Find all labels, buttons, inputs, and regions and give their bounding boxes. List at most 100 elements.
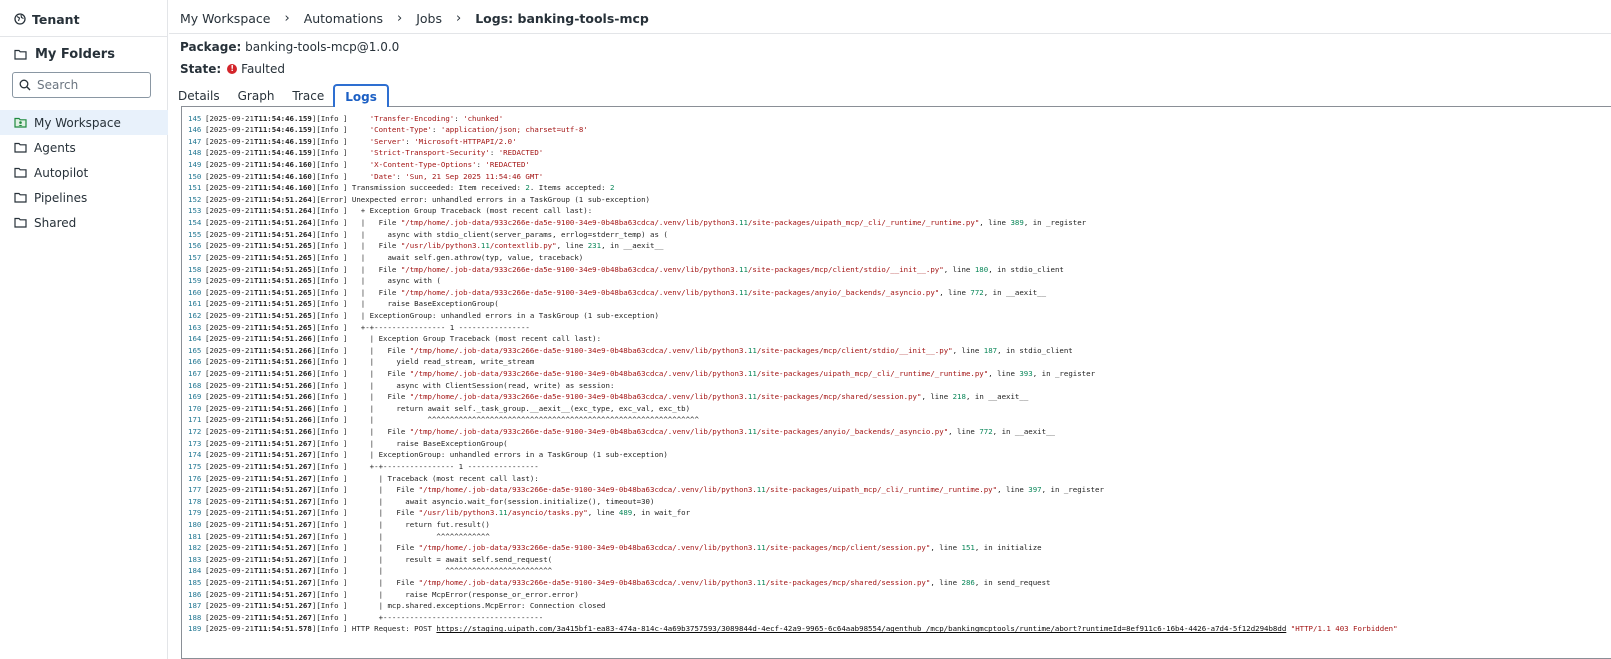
log-date: 2025-09-21 bbox=[209, 183, 254, 193]
log-line-number: 146 bbox=[188, 125, 202, 135]
log-message: | File "/tmp/home/.job-data/933c266e-da5… bbox=[351, 427, 1055, 437]
log-line-number: 177 bbox=[188, 485, 202, 495]
log-time: T11:54:51.266 bbox=[253, 380, 312, 390]
log-line-number: 182 bbox=[188, 543, 202, 553]
log-time: T11:54:51.265 bbox=[253, 322, 312, 332]
log-message: | return fut.result() bbox=[351, 519, 490, 529]
tab-trace[interactable]: Trace bbox=[283, 85, 333, 107]
search-input[interactable] bbox=[37, 78, 137, 92]
log-message: +------------------------------------ bbox=[351, 612, 544, 622]
tab-details[interactable]: Details bbox=[169, 85, 229, 107]
log-date: 2025-09-21 bbox=[209, 577, 254, 587]
log-level: Info bbox=[320, 183, 343, 193]
log-time: T11:54:51.265 bbox=[253, 276, 312, 286]
log-time: T11:54:51.267 bbox=[253, 485, 312, 495]
log-message: | async with ( bbox=[351, 276, 441, 286]
log-line: 180 [2025-09-21T11:54:51.267][Info ] | re… bbox=[188, 519, 490, 529]
log-level: Info bbox=[320, 554, 343, 564]
log-level: Info bbox=[320, 473, 343, 483]
log-line-number: 159 bbox=[188, 276, 202, 286]
log-date: 2025-09-21 bbox=[209, 194, 254, 204]
tab-graph[interactable]: Graph bbox=[229, 85, 284, 107]
log-date: 2025-09-21 bbox=[209, 612, 254, 622]
log-level: Info bbox=[320, 322, 343, 332]
log-message: | File "/tmp/home/.job-data/933c266e-da5… bbox=[351, 264, 1064, 274]
sidebar-item-autopilot[interactable]: Autopilot bbox=[0, 160, 168, 185]
log-line-number: 188 bbox=[188, 612, 202, 622]
sidebar-item-pipelines[interactable]: Pipelines bbox=[0, 185, 168, 210]
log-time: T11:54:51.264 bbox=[253, 206, 312, 216]
log-line: 149 [2025-09-21T11:54:46.160][Info ] 'X-C… bbox=[188, 160, 530, 170]
log-line-number: 162 bbox=[188, 310, 202, 320]
breadcrumb-jobs[interactable]: Jobs bbox=[416, 11, 442, 26]
state-label: State: bbox=[180, 62, 222, 76]
log-level: Info bbox=[320, 148, 343, 158]
log-line-number: 153 bbox=[188, 206, 202, 216]
log-line-number: 181 bbox=[188, 531, 202, 541]
log-date: 2025-09-21 bbox=[209, 496, 254, 506]
log-message: 'Strict-Transport-Security': 'REDACTED' bbox=[369, 148, 544, 158]
log-time: T11:54:51.267 bbox=[253, 450, 312, 460]
log-time: T11:54:51.266 bbox=[253, 345, 312, 355]
log-time: T11:54:51.267 bbox=[253, 577, 312, 587]
log-time: T11:54:46.159 bbox=[253, 148, 312, 158]
log-line-number: 155 bbox=[188, 229, 202, 239]
log-line-number: 178 bbox=[188, 496, 202, 506]
log-line-number: 165 bbox=[188, 345, 202, 355]
my-folders-label: My Folders bbox=[35, 46, 115, 62]
log-date: 2025-09-21 bbox=[209, 403, 254, 413]
sidebar-item-shared[interactable]: Shared bbox=[0, 210, 168, 235]
log-line-number: 160 bbox=[188, 287, 202, 297]
breadcrumb: My Workspace › Automations › Jobs › Logs… bbox=[180, 8, 649, 28]
sidebar-item-agents[interactable]: Agents bbox=[0, 135, 168, 160]
log-line: 145 [2025-09-21T11:54:46.159][Info ] 'Tra… bbox=[188, 113, 504, 123]
log-lines: 145 [2025-09-21T11:54:46.159][Info ] 'Tra… bbox=[182, 107, 1611, 635]
log-time: T11:54:51.264 bbox=[253, 229, 312, 239]
sidebar-item-label: Agents bbox=[34, 140, 76, 155]
log-line: 162 [2025-09-21T11:54:51.265][Info ] | Ex… bbox=[188, 310, 659, 320]
log-line-number: 145 bbox=[188, 113, 202, 123]
folder-icon bbox=[14, 217, 27, 228]
sidebar-item-label: Autopilot bbox=[34, 165, 89, 180]
log-line-number: 167 bbox=[188, 369, 202, 379]
log-level: Info bbox=[320, 519, 343, 529]
log-message: | yield read_stream, write_stream bbox=[351, 357, 535, 367]
log-line-number: 174 bbox=[188, 450, 202, 460]
log-level: Info bbox=[320, 589, 343, 599]
log-line-number: 185 bbox=[188, 577, 202, 587]
log-level: Info bbox=[320, 612, 343, 622]
error-icon: ! bbox=[227, 64, 238, 74]
log-date: 2025-09-21 bbox=[209, 461, 254, 471]
log-date: 2025-09-21 bbox=[209, 427, 254, 437]
log-line: 151 [2025-09-21T11:54:46.160][Info ] Tran… bbox=[188, 183, 615, 193]
log-level: Info bbox=[320, 345, 343, 355]
sidebar-item-my-workspace[interactable]: My Workspace bbox=[0, 110, 168, 135]
log-level: Info bbox=[320, 310, 343, 320]
breadcrumb-automations[interactable]: Automations bbox=[304, 11, 383, 26]
log-level: Info bbox=[320, 264, 343, 274]
tab-bar: Details Graph Trace Logs bbox=[169, 84, 389, 107]
log-line-number: 157 bbox=[188, 252, 202, 262]
log-message: | await self.gen.athrow(typ, value, trac… bbox=[351, 252, 584, 262]
log-time: T11:54:51.266 bbox=[253, 403, 312, 413]
log-line: 177 [2025-09-21T11:54:51.267][Info ] | Fi… bbox=[188, 485, 1104, 495]
log-date: 2025-09-21 bbox=[209, 229, 254, 239]
breadcrumb-my-workspace[interactable]: My Workspace bbox=[180, 11, 270, 26]
log-viewer[interactable]: 145 [2025-09-21T11:54:46.159][Info ] 'Tra… bbox=[181, 106, 1611, 659]
tab-logs[interactable]: Logs bbox=[333, 84, 389, 107]
log-time: T11:54:51.267 bbox=[253, 508, 312, 518]
log-line-number: 186 bbox=[188, 589, 202, 599]
sidebar-item-label: Shared bbox=[34, 215, 77, 230]
log-line: 165 [2025-09-21T11:54:51.266][Info ] | Fi… bbox=[188, 345, 1073, 355]
chevron-right-icon: › bbox=[456, 10, 462, 26]
log-time: T11:54:46.160 bbox=[253, 183, 312, 193]
log-level: Info bbox=[320, 357, 343, 367]
log-date: 2025-09-21 bbox=[209, 392, 254, 402]
folder-search[interactable] bbox=[12, 72, 151, 98]
log-date: 2025-09-21 bbox=[209, 264, 254, 274]
log-time: T11:54:46.159 bbox=[253, 113, 312, 123]
tenant-selector[interactable]: Tenant bbox=[14, 10, 80, 28]
sidebar-item-label: My Workspace bbox=[34, 115, 121, 130]
log-line: 150 [2025-09-21T11:54:46.160][Info ] 'Dat… bbox=[188, 171, 544, 181]
tenant-label: Tenant bbox=[32, 11, 80, 27]
